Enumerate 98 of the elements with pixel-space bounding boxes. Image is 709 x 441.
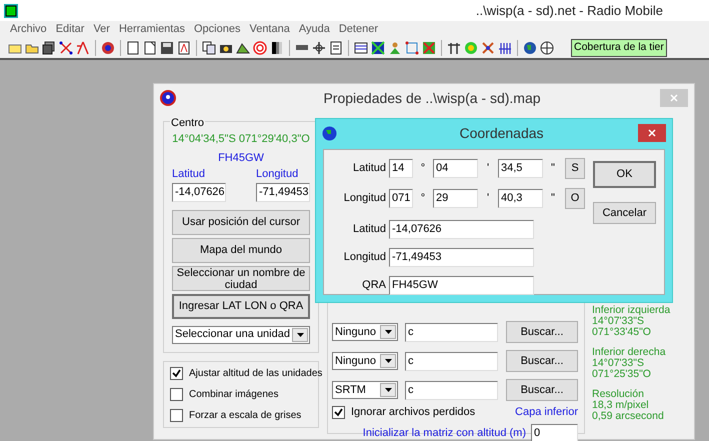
crosshair-icon[interactable] <box>312 41 326 55</box>
close-icon <box>670 94 678 102</box>
browse-button[interactable]: Buscar... <box>506 350 578 372</box>
info-text: Resolución 18,3 m/pixel 0,59 arcsecond <box>592 389 665 422</box>
unit-mark: " <box>550 191 556 206</box>
source-dropdown[interactable]: Ninguno <box>332 352 398 370</box>
dialog-button[interactable]: OK <box>593 161 656 188</box>
network-icon[interactable] <box>59 41 73 55</box>
tower-icon[interactable] <box>447 41 461 55</box>
check-icon <box>172 368 181 378</box>
qra-text: FH45GW <box>217 150 265 166</box>
menu-item[interactable]: Herramientas <box>118 21 185 38</box>
hemisphere-button[interactable]: O <box>565 188 585 209</box>
path-field[interactable]: c <box>405 322 498 342</box>
checkbox-label: Combinar imágenes <box>189 388 278 402</box>
browse-button[interactable]: Buscar... <box>506 321 578 343</box>
grid-page-icon[interactable] <box>329 41 343 55</box>
dialog-title: Coordenadas <box>458 124 545 142</box>
dialog-title: Propiedades de ..\wisp(a - sd).map <box>322 88 542 108</box>
field-label: Latitud <box>172 167 206 182</box>
coordinates-text: 14°04'34,5"S 071°29'40,3"O <box>172 132 310 147</box>
text-field[interactable]: 04 <box>433 159 478 178</box>
gradient-icon[interactable] <box>270 41 284 55</box>
text-field[interactable]: 40,3 <box>498 189 543 208</box>
checkbox[interactable] <box>170 366 183 380</box>
unit-dropdown[interactable]: Seleccionar una unidad <box>172 326 310 344</box>
checkbox[interactable] <box>332 406 345 419</box>
menu-item[interactable]: Ventana <box>249 21 290 38</box>
field-label: Latitud <box>352 222 386 238</box>
copy-icon[interactable] <box>202 41 216 55</box>
checkbox-label: Forzar a escala de grises <box>189 408 302 422</box>
menu-item[interactable]: Editar <box>56 21 84 38</box>
map-icon[interactable] <box>371 41 385 55</box>
dropdown-arrow-icon <box>384 388 392 392</box>
altitude-field[interactable]: 0 <box>531 424 578 441</box>
mountain-icon[interactable] <box>236 41 250 55</box>
field-label: Longitud <box>256 167 300 182</box>
text-field[interactable]: 29 <box>433 189 478 208</box>
close-icon <box>648 129 656 137</box>
hemisphere-button[interactable]: S <box>565 158 585 179</box>
text-field[interactable]: -71,49453 <box>256 182 310 202</box>
unit-mark: ° <box>420 161 426 176</box>
field-label: Latitud <box>352 161 386 176</box>
source-dropdown[interactable]: Ninguno <box>332 323 398 341</box>
text-field[interactable]: -71,49453 <box>389 248 534 267</box>
menu-item[interactable]: Detener <box>338 21 378 38</box>
window-title: ..\wisp(a - sd).net - Radio Mobile <box>476 2 663 20</box>
dropdown-arrow-icon <box>384 330 392 334</box>
target-icon[interactable] <box>253 41 267 55</box>
field-label: Longitud <box>342 250 386 266</box>
path-field[interactable]: c <box>405 380 498 400</box>
field-label: Inicializar la matriz con altitud (m) <box>362 426 526 441</box>
unit-mark: ' <box>486 161 490 176</box>
nodes-icon[interactable] <box>405 41 419 55</box>
menu-item[interactable]: Ayuda <box>298 21 330 38</box>
source-dropdown[interactable]: SRTM <box>332 381 398 399</box>
checkbox[interactable] <box>170 408 183 422</box>
action-button[interactable]: Mapa del mundo <box>172 238 310 262</box>
stack-icon[interactable] <box>42 41 56 55</box>
caption-text: Capa inferior <box>515 405 578 420</box>
text-field[interactable]: 34,5 <box>498 159 543 178</box>
checkbox-label: Ajustar altitud de las unidades <box>189 366 322 380</box>
checkbox[interactable] <box>170 388 183 400</box>
menu-item[interactable]: Opciones <box>194 21 240 38</box>
text-field[interactable]: 071 <box>389 189 413 208</box>
status-field: Cobertura de la tier <box>571 39 667 57</box>
path-field[interactable]: c <box>405 352 498 370</box>
browse-button[interactable]: Buscar... <box>506 379 578 401</box>
unit-mark: " <box>550 161 556 176</box>
action-button[interactable]: Ingresar LAT LON o QRA <box>172 294 310 318</box>
page-icon[interactable] <box>126 41 140 55</box>
dropdown-arrow-icon <box>384 359 392 363</box>
action-button[interactable]: Usar posición del cursor <box>172 210 310 234</box>
action-button[interactable]: Seleccionar un nombre de ciudad <box>172 266 310 290</box>
app-icon <box>4 4 18 18</box>
antenna-icon[interactable] <box>76 41 90 55</box>
bars-icon[interactable] <box>498 41 512 55</box>
dropdown-arrow-icon <box>296 332 304 336</box>
text-field[interactable]: -14,07626 <box>389 220 534 239</box>
checkbox-label: Ignorar archivos perdidos <box>351 405 476 420</box>
check-icon <box>334 408 343 417</box>
antenna-page-icon[interactable] <box>177 41 191 55</box>
cross-map-icon[interactable] <box>422 41 436 55</box>
unit-mark: ' <box>486 191 490 206</box>
menu-item[interactable]: Ver <box>93 21 110 38</box>
close-button[interactable] <box>638 124 666 142</box>
menu-item[interactable]: Archivo <box>10 21 47 38</box>
table-icon[interactable] <box>354 41 368 55</box>
text-field[interactable]: FH45GW <box>389 276 534 295</box>
text-field[interactable]: 14 <box>389 159 413 178</box>
text-field[interactable]: -14,07626 <box>172 182 226 202</box>
field-label: QRA <box>361 278 386 294</box>
info-text: Inferior derecha 14°07'33"S 071°25'35"O <box>592 347 667 380</box>
field-label: Longitud <box>342 191 386 206</box>
new-page-icon[interactable] <box>143 41 157 55</box>
dialog-button[interactable]: Cancelar <box>593 202 656 224</box>
info-text: Inferior izquierda 14°07'33"S 071°33'45"O <box>592 305 670 338</box>
unit-mark: ° <box>420 191 426 206</box>
